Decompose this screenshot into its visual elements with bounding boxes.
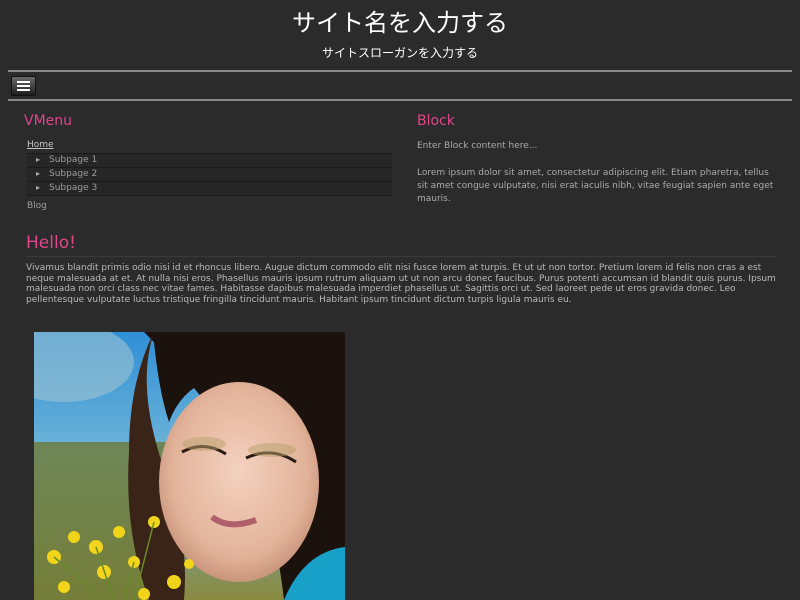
article-heading-divider bbox=[26, 256, 776, 257]
vmenu-subitem-2[interactable]: ▸ Subpage 2 bbox=[27, 168, 392, 182]
menu-toggle-button[interactable] bbox=[11, 76, 36, 96]
block-lorem: Lorem ipsum dolor sit amet, consectetur … bbox=[417, 168, 774, 204]
vmenu-title: VMenu bbox=[24, 113, 73, 129]
block-title: Block bbox=[417, 113, 455, 129]
hamburger-icon bbox=[17, 81, 30, 91]
vmenu-subitem-3[interactable]: ▸ Subpage 3 bbox=[27, 182, 392, 196]
site-slogan: サイトスローガンを入力する bbox=[321, 46, 478, 60]
vmenu-subitem-label: Subpage 2 bbox=[49, 169, 98, 179]
woman-with-flowers-image bbox=[34, 332, 345, 600]
vmenu-subitem-1[interactable]: ▸ Subpage 1 bbox=[27, 154, 392, 168]
site-title: サイト名を入力する bbox=[292, 9, 508, 37]
block-content: Enter Block content here... bbox=[417, 141, 538, 151]
vmenu-subitem-label: Subpage 1 bbox=[49, 155, 98, 165]
vmenu-item-home[interactable]: Home bbox=[27, 138, 392, 154]
site-header: サイト名を入力する サイトスローガンを入力する bbox=[0, 0, 800, 70]
article-photo bbox=[34, 332, 345, 600]
nav-bottom-divider bbox=[8, 99, 792, 101]
vmenu-subitem-label: Subpage 3 bbox=[49, 183, 98, 193]
bullet-icon: ▸ bbox=[36, 155, 41, 164]
bullet-icon: ▸ bbox=[36, 183, 41, 192]
vmenu-item-blog[interactable]: Blog bbox=[27, 200, 47, 212]
nav-top-divider bbox=[8, 70, 792, 72]
bullet-icon: ▸ bbox=[36, 169, 41, 178]
vmenu-block: VMenu Home ▸ Subpage 1 ▸ Subpage 2 ▸ Sub… bbox=[24, 112, 392, 211]
article-body: Vivamus blandit primis odio nisi id et r… bbox=[26, 263, 776, 305]
article-heading: Hello! bbox=[26, 233, 76, 253]
sidebar-block: Block Enter Block content here... Lorem … bbox=[417, 112, 777, 206]
